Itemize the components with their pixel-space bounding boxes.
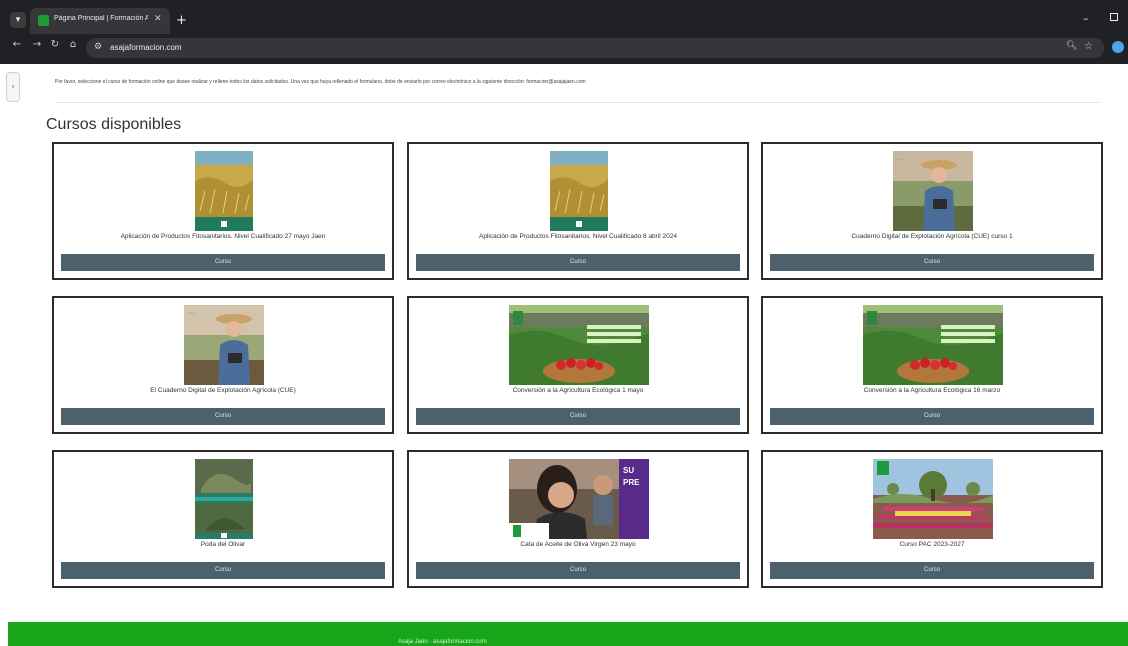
course-card: Aplicación de Productos Fitosanitarios. …: [407, 142, 749, 280]
course-image-farmer-tablet: ·~·: [893, 151, 973, 231]
course-button[interactable]: Curso: [416, 562, 740, 579]
course-title: Aplicación de Productos Fitosanitarios. …: [479, 233, 677, 240]
back-icon[interactable]: ←: [10, 39, 24, 55]
footer: Asaja Jaén · asajaformacion.com: [8, 622, 1128, 646]
course-card: ·~· Cuaderno Digital de Explotación Agrí…: [761, 142, 1103, 280]
svg-text:PRE: PRE: [623, 478, 640, 487]
course-image-olive-pruning: [195, 459, 253, 539]
svg-text:·~·: ·~·: [897, 157, 905, 163]
course-title: Conversión a la Agricultura Ecológica 16…: [863, 387, 1001, 394]
course-image-tomato-basket: [863, 305, 1003, 385]
course-card: Conversión a la Agricultura Ecológica 1 …: [407, 296, 749, 434]
course-button[interactable]: Curso: [61, 254, 385, 271]
close-tab-icon[interactable]: ✕: [154, 14, 162, 24]
svg-text:SU: SU: [623, 466, 634, 475]
course-title: El Cuaderno Digital de Explotación Agríc…: [150, 387, 296, 394]
side-panel-toggle-icon[interactable]: ›: [6, 72, 20, 102]
course-image-flower-field: [873, 459, 993, 539]
address-bar[interactable]: ⚙ asajaformacion.com 🔍︎ ☆: [86, 38, 1104, 58]
course-button[interactable]: Curso: [61, 408, 385, 425]
zoom-icon[interactable]: 🔍︎: [1066, 41, 1077, 51]
course-image-tomato-basket: [509, 305, 649, 385]
site-favicon-icon: [38, 15, 49, 26]
new-tab-icon[interactable]: +: [176, 13, 187, 28]
intro-text: Por favor, seleccione el curso de formac…: [55, 79, 586, 85]
maximize-icon[interactable]: [1110, 13, 1118, 21]
course-card: SU PRE Cata de Aceite de Oliva Virgen 23…: [407, 450, 749, 588]
tab-search-icon[interactable]: ▾: [10, 12, 26, 28]
profile-avatar[interactable]: [1112, 41, 1124, 53]
course-button[interactable]: Curso: [770, 408, 1094, 425]
course-title: Cata de Aceite de Oliva Virgen 23 mayo: [520, 541, 636, 548]
courses-grid: Aplicación de Productos Fitosanitarios. …: [52, 142, 1104, 588]
home-icon[interactable]: ⌂: [66, 39, 80, 55]
course-button[interactable]: Curso: [61, 562, 385, 579]
course-title: Curso PAC 2023-2027: [899, 541, 965, 548]
course-image-tasting-people: SU PRE: [509, 459, 649, 539]
svg-text:·~·: ·~·: [188, 311, 196, 317]
course-card: Poda del Olivar Curso: [52, 450, 394, 588]
browser-chrome: ▾ Página Principal | Formación A ✕ + – ←…: [0, 0, 1128, 64]
tab-bar: ▾ Página Principal | Formación A ✕ + –: [0, 8, 1128, 34]
bookmark-star-icon[interactable]: ☆: [1084, 41, 1093, 52]
course-title: Conversión a la Agricultura Ecológica 1 …: [512, 387, 644, 394]
course-card: Aplicación de Productos Fitosanitarios. …: [52, 142, 394, 280]
tab-title: Página Principal | Formación A: [54, 15, 148, 22]
footer-text: Asaja Jaén · asajaformacion.com: [398, 639, 487, 645]
course-image-farmer-tablet: ·~·: [184, 305, 264, 385]
divider: [55, 102, 1100, 103]
course-card: ·~· El Cuaderno Digital de Explotación A…: [52, 296, 394, 434]
course-button[interactable]: Curso: [416, 254, 740, 271]
navigation-bar: ← → ↻ ⌂ ⚙ asajaformacion.com 🔍︎ ☆: [0, 36, 1128, 60]
course-card: Curso PAC 2023-2027 Curso: [761, 450, 1103, 588]
course-button[interactable]: Curso: [770, 254, 1094, 271]
course-button[interactable]: Curso: [770, 562, 1094, 579]
course-button[interactable]: Curso: [416, 408, 740, 425]
minimize-icon[interactable]: –: [1083, 12, 1089, 25]
course-image-wheat-cover: [195, 151, 253, 231]
active-tab[interactable]: Página Principal | Formación A ✕: [30, 8, 170, 34]
reload-icon[interactable]: ↻: [48, 39, 62, 55]
section-title: Cursos disponibles: [46, 116, 182, 133]
url-text: asajaformacion.com: [110, 43, 182, 52]
course-title: Aplicación de Productos Fitosanitarios. …: [120, 233, 326, 240]
course-image-wheat-cover: [550, 151, 608, 231]
site-info-icon[interactable]: ⚙: [94, 42, 102, 52]
forward-icon[interactable]: →: [30, 39, 44, 55]
course-card: Conversión a la Agricultura Ecológica 16…: [761, 296, 1103, 434]
course-title: Poda del Olivar: [200, 541, 246, 548]
course-title: Cuaderno Digital de Explotación Agrícola…: [851, 233, 1013, 240]
